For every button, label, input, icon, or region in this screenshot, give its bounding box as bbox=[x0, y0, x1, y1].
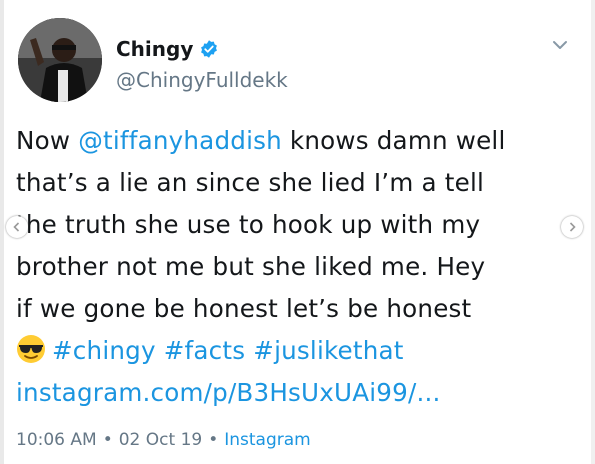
meta-separator: • bbox=[102, 430, 113, 450]
author-block: Chingy @ChingyFulldekk bbox=[116, 36, 288, 92]
meta-separator: • bbox=[208, 430, 219, 450]
frame-edge-right bbox=[591, 0, 595, 464]
tweet-time[interactable]: 10:06 AM bbox=[16, 430, 97, 450]
hashtag-juslikethat[interactable]: #juslikethat bbox=[253, 336, 403, 365]
sunglasses-emoji-icon bbox=[16, 334, 46, 364]
chevron-left-icon bbox=[13, 222, 20, 232]
link-line: instagram.com/p/B3HsUxUAi99/... bbox=[16, 372, 582, 414]
mention-link[interactable]: @tiffanyhaddish bbox=[78, 126, 282, 155]
instagram-link[interactable]: instagram.com/p/B3HsUxUAi99/... bbox=[16, 378, 441, 407]
hashtag-chingy[interactable]: #chingy bbox=[52, 336, 156, 365]
tweet-meta: 10:06 AM • 02 Oct 19 • Instagram bbox=[16, 430, 311, 450]
tweet-line-5: if we gone be honest let’s be honest bbox=[16, 294, 472, 323]
tweet-line-3: the truth she use to hook up with my bbox=[16, 210, 481, 239]
author-name-row: Chingy bbox=[116, 36, 288, 62]
verified-badge-icon bbox=[199, 39, 219, 59]
chevron-down-icon[interactable] bbox=[549, 34, 571, 56]
chevron-right-icon bbox=[569, 222, 576, 232]
hashtag-facts[interactable]: #facts bbox=[164, 336, 246, 365]
tweet-line-1-end: knows damn well bbox=[281, 126, 506, 155]
avatar[interactable] bbox=[18, 18, 102, 102]
tweet-source[interactable]: Instagram bbox=[224, 430, 311, 450]
tweet-date[interactable]: 02 Oct 19 bbox=[119, 430, 202, 450]
hashtag-line: #chingy #facts #juslikethat bbox=[16, 330, 582, 372]
tweet-line-1-start: Now bbox=[16, 126, 79, 155]
author-name[interactable]: Chingy bbox=[116, 37, 193, 61]
carousel-next-button[interactable] bbox=[561, 216, 583, 238]
tweet-line-1: Now @tiffanyhaddish knows damn well bbox=[16, 120, 582, 162]
author-handle[interactable]: @ChingyFulldekk bbox=[116, 68, 288, 92]
tweet-header: Chingy @ChingyFulldekk bbox=[18, 18, 577, 108]
carousel-prev-button[interactable] bbox=[6, 216, 28, 238]
frame-edge-left bbox=[0, 0, 4, 464]
tweet-line-2: that’s a lie an since she lied I’m a tel… bbox=[16, 168, 485, 197]
tweet-line-4: brother not me but she liked me. Hey bbox=[16, 252, 486, 281]
tweet-text: Now @tiffanyhaddish knows damn well that… bbox=[16, 120, 582, 414]
